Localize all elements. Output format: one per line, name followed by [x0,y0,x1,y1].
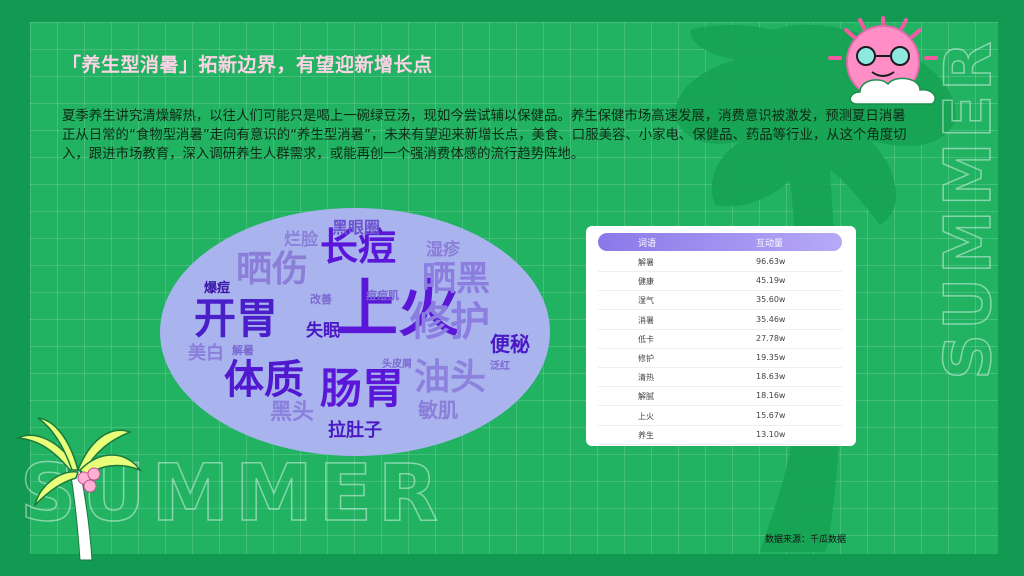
page-title: 「养生型消暑」拓新边界，有望迎新增长点 [62,54,433,76]
cloud-word: 解暑 [232,344,254,357]
cloud-word: 晒伤 [236,249,309,290]
cell-interaction: 35.60w [756,295,786,305]
cell-interaction: 35.46w [756,314,786,324]
cell-word: 解腻 [638,392,654,402]
table-row: 解暑 96.63w [598,252,842,272]
cell-interaction: 96.63w [756,257,786,266]
keyword-table: 词语 互动量 解暑 96.63w 健康 45.19w 湿气 35.60w 消暑 35.46w 低… [586,226,856,446]
cell-word: 修护 [638,354,654,363]
cloud-word: 拉肚子 [328,420,382,441]
cell-interaction: 13.10w [756,429,786,439]
cloud-word: 美白 [188,343,224,364]
table-row: 消暑 35.46w [598,310,842,330]
cell-word: 解暑 [638,258,654,267]
table-row: 健康 45.19w [598,271,842,292]
table-row: 修护 19.35w [598,348,842,368]
cell-interaction: 27.78w [756,333,786,343]
cell-word: 消暑 [638,315,654,325]
cell-word: 低卡 [638,334,654,344]
table-row: 上火 15.67w [598,406,842,426]
table-row: 清热 18.63w [598,367,842,388]
cell-interaction: 15.67w [756,410,786,420]
cloud-word: 修护 [410,299,490,345]
cloud-word: 烂脸 [284,230,318,250]
cloud-word: 泛红 [490,361,510,372]
cell-interaction: 18.63w [756,372,786,382]
cell-word: 健康 [638,277,654,287]
cell-word: 上火 [638,411,654,421]
cloud-word: 便秘 [490,332,530,356]
cloud-word: 改善 [310,293,332,306]
data-source: 数据来源：千瓜数据 [765,535,847,545]
cloud-word: 痘痘肌 [366,289,399,302]
cloud-word: 爆痘 [204,281,231,296]
cell-interaction: 18.16w [756,391,786,401]
table-row: 解腻 18.16w [598,386,842,407]
header-word: 词语 [638,239,657,249]
table-row: 养生 13.10w [598,425,842,445]
cell-interaction: 45.19w [756,276,786,286]
cloud-word: 晒黑 [422,259,490,299]
cloud-word: 湿疹 [426,240,460,260]
word-cloud: 上火 开胃 长痘 晒伤 体质 肠胃 修护 晒黑 油头 黑头 黑眼圈 湿疹 烂脸 爆痘 失眠 便秘 美白 敏肌 拉肚子… [160,208,550,456]
header-interaction: 互动量 [756,239,784,249]
cloud-word: 黑眼圈 [332,218,381,237]
cell-word: 养生 [638,430,654,440]
cloud-word: 失眠 [306,321,340,341]
table-header: 词语 互动量 [598,233,842,251]
table-row: 湿气 35.60w [598,290,842,311]
cloud-word: 油头 [414,357,487,398]
cell-word: 清热 [638,373,654,383]
cell-interaction: 19.35w [756,353,786,362]
cloud-word: 敏肌 [418,398,458,422]
cell-word: 湿气 [638,296,654,306]
summer-outline-right: SUMMER [932,38,1006,380]
table-row: 低卡 27.78w [598,329,842,349]
cloud-word: 肠胃 [320,364,405,413]
intro-paragraph: 夏季养生讲究清燥解热，以往人们可能只是喝上一碗绿豆汤，现如今尝试辅以保健品。养生… [62,109,907,162]
cloud-word: 黑头 [270,400,315,425]
cloud-word: 开胃 [194,294,279,343]
cloud-word: 体质 [224,357,304,403]
slide: SUMMER SUMMER 「养生型消暑」拓新边界，有望迎新增长点 夏季养生讲究… [0,0,1024,576]
cloud-word: 头皮屑 [382,359,412,370]
